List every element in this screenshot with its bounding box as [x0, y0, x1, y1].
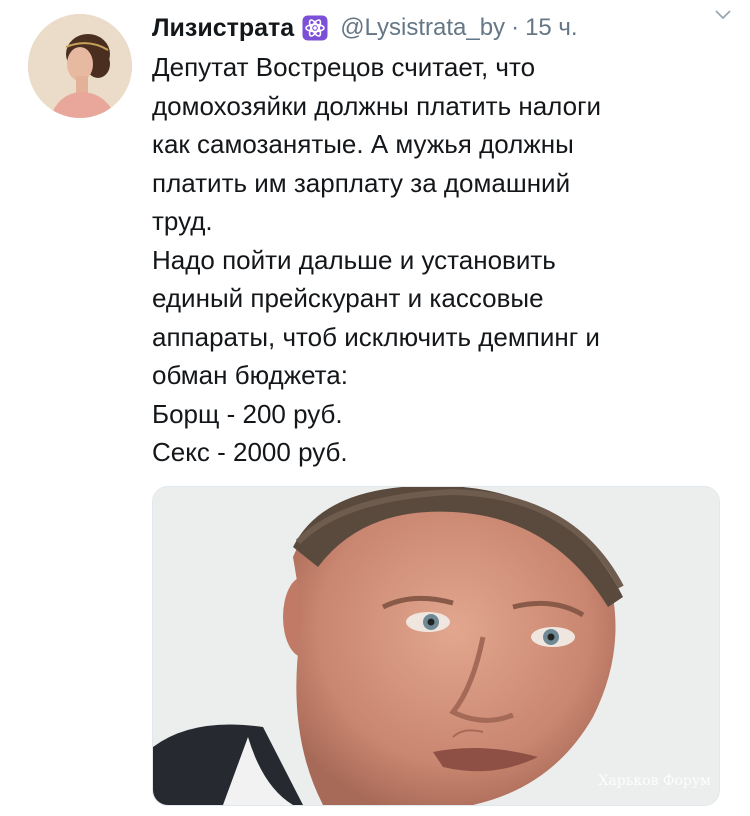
tweet-text-line: Депутат Вострецов считает, что [152, 52, 536, 82]
tweet-text-line: Секс - 2000 руб. [152, 437, 348, 467]
author-handle[interactable]: @Lysistrata_by [340, 14, 505, 42]
atom-icon [302, 15, 328, 41]
tweet-text-line: труд. [152, 206, 213, 236]
tweet-text-line: Борщ - 200 руб. [152, 398, 343, 429]
chevron-down-icon[interactable] [714, 8, 732, 20]
tweet-text-line: домохозяйки должны платить налоги [152, 90, 602, 121]
tweet-header: Лизистрата @Lysistrata_by · 15 ч. [152, 10, 730, 46]
header-separator: · [511, 14, 520, 41]
tweet-text-line: обман бюджета: [152, 360, 348, 390]
tweet-text-line: аппараты, чтоб исключить демпинг и [152, 321, 600, 352]
avatar-portrait-image [28, 14, 132, 118]
tweet-text: Депутат Вострецов считает, что домохозяй… [152, 48, 732, 472]
tweet-text-line: платить им зарплату за домашний [152, 167, 571, 198]
tweet-text-line: единый прейскурант и кассовые [152, 283, 544, 313]
author-avatar[interactable] [28, 14, 132, 118]
tweet-timestamp[interactable]: 15 ч. [525, 14, 578, 42]
tweet-text-line: как самозанятые. А мужья должны [152, 129, 574, 159]
tweet-photo[interactable]: Харьков Форум [152, 486, 720, 806]
author-name[interactable]: Лизистрата [152, 14, 294, 43]
photo-watermark: Харьков Форум [598, 773, 711, 789]
photo-image [153, 487, 719, 805]
tweet-text-line: Надо пойти дальше и установить [152, 244, 556, 275]
